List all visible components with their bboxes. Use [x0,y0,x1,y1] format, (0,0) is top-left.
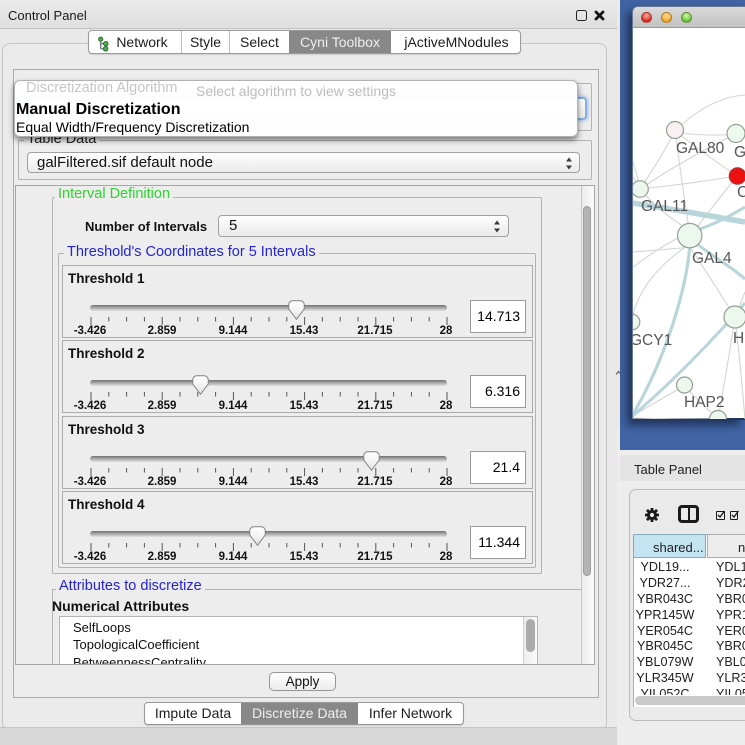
svg-text:GAL4: GAL4 [692,250,732,267]
svg-text:GAL80: GAL80 [676,140,725,157]
svg-text:CY: CY [737,184,745,201]
svg-text:H: H [733,330,744,347]
svg-text:GA: GA [734,144,745,161]
svg-text:GAL11: GAL11 [641,198,688,215]
svg-text:HAP2: HAP2 [684,394,725,411]
svg-text:GCY1: GCY1 [633,332,672,349]
